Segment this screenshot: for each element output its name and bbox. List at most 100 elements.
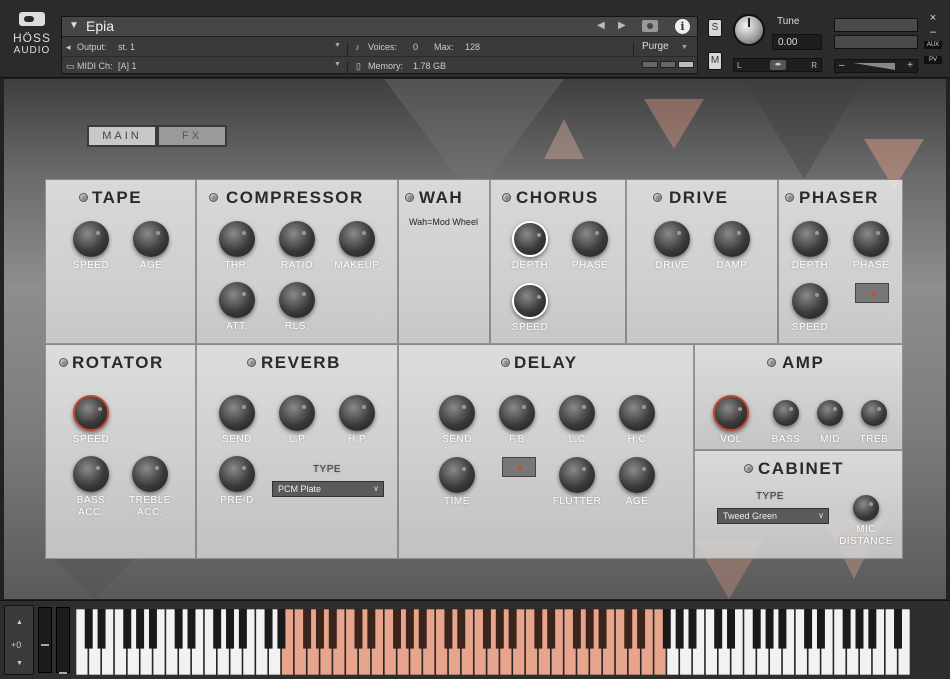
amp-treb-knob[interactable] — [861, 400, 887, 426]
pv-button[interactable]: PV — [924, 56, 942, 64]
black-key[interactable] — [778, 609, 786, 649]
next-instrument-icon[interactable]: ▶ — [618, 20, 626, 31]
black-key[interactable] — [509, 609, 517, 649]
reverb-hp-knob[interactable] — [339, 395, 375, 431]
collapse-arrow-icon[interactable]: ▼ — [69, 20, 79, 31]
black-key[interactable] — [868, 609, 876, 649]
drive-damp-knob[interactable] — [714, 221, 750, 257]
rotator-speed-knob[interactable] — [73, 395, 109, 431]
black-key[interactable] — [753, 609, 761, 649]
compressor-thr-knob[interactable] — [219, 221, 255, 257]
black-key[interactable] — [534, 609, 542, 649]
drive-enable-led[interactable] — [653, 193, 662, 202]
phaser-enable-led[interactable] — [785, 193, 794, 202]
delay-lc-knob[interactable] — [559, 395, 595, 431]
black-key[interactable] — [123, 609, 131, 649]
drive-drive-knob[interactable] — [654, 221, 690, 257]
tab-main[interactable]: MAIN — [87, 125, 157, 147]
octave-down-icon[interactable]: ▼ — [16, 660, 23, 667]
chorus-speed-knob[interactable] — [512, 283, 548, 319]
black-key[interactable] — [714, 609, 722, 649]
pitch-bend-wheel[interactable] — [38, 607, 52, 673]
tape-enable-led[interactable] — [79, 193, 88, 202]
midi-dropdown-icon[interactable]: ▼ — [334, 61, 341, 68]
octave-up-icon[interactable]: ▲ — [16, 619, 23, 626]
black-key[interactable] — [85, 609, 93, 649]
volume-slider[interactable]: – + — [834, 59, 918, 73]
instrument-name[interactable]: Epia — [86, 18, 114, 34]
black-key[interactable] — [367, 609, 375, 649]
black-key[interactable] — [547, 609, 555, 649]
purge-dropdown-icon[interactable]: ▼ — [681, 44, 688, 51]
pan-slider[interactable]: L ◂▸ R — [733, 58, 822, 72]
cabinet-mic-distance-knob[interactable] — [853, 495, 879, 521]
delay-flutter-knob[interactable] — [559, 457, 595, 493]
chorus-phase-knob[interactable] — [572, 221, 608, 257]
reverb-pre-d-knob[interactable] — [219, 456, 255, 492]
compressor-rls-knob[interactable] — [279, 282, 315, 318]
tune-value[interactable]: 0.00 — [772, 34, 822, 50]
amp-enable-led[interactable] — [767, 358, 776, 367]
black-key[interactable] — [136, 609, 144, 649]
black-key[interactable] — [663, 609, 671, 649]
midi-select[interactable]: [A] 1 — [118, 61, 137, 71]
delay-send-knob[interactable] — [439, 395, 475, 431]
phaser-depth-knob[interactable] — [792, 221, 828, 257]
black-key[interactable] — [894, 609, 902, 649]
black-key[interactable] — [766, 609, 774, 649]
black-key[interactable] — [265, 609, 273, 649]
black-key[interactable] — [624, 609, 632, 649]
purge-button[interactable]: Purge — [642, 41, 669, 52]
tape-speed-knob[interactable] — [73, 221, 109, 257]
wah-enable-led[interactable] — [405, 193, 414, 202]
black-key[interactable] — [303, 609, 311, 649]
black-key[interactable] — [599, 609, 607, 649]
cabinet-type-select[interactable]: Tweed Green ∨ — [717, 508, 829, 524]
black-key[interactable] — [316, 609, 324, 649]
prev-instrument-icon[interactable]: ◀ — [597, 20, 605, 31]
black-key[interactable] — [355, 609, 363, 649]
wrench-icon[interactable] — [19, 12, 45, 26]
black-key[interactable] — [573, 609, 581, 649]
solo-button[interactable]: S — [708, 19, 722, 37]
delay-hc-knob[interactable] — [619, 395, 655, 431]
black-key[interactable] — [277, 609, 285, 649]
camera-icon[interactable] — [642, 20, 658, 32]
pan-handle[interactable]: ◂▸ — [770, 60, 786, 70]
aux-button[interactable]: AUX — [924, 41, 942, 49]
black-key[interactable] — [444, 609, 452, 649]
cabinet-enable-led[interactable] — [744, 464, 753, 473]
compressor-ratio-knob[interactable] — [279, 221, 315, 257]
black-key[interactable] — [727, 609, 735, 649]
black-key[interactable] — [804, 609, 812, 649]
chorus-enable-led[interactable] — [502, 193, 511, 202]
output-dropdown-icon[interactable]: ▼ — [334, 42, 341, 49]
piano-keyboard[interactable] — [76, 609, 911, 675]
rotator-treble-acc-knob[interactable] — [132, 456, 168, 492]
mute-button[interactable]: M — [708, 52, 722, 70]
compressor-makeup-knob[interactable] — [339, 221, 375, 257]
black-key[interactable] — [98, 609, 106, 649]
black-key[interactable] — [213, 609, 221, 649]
tune-knob[interactable] — [733, 14, 765, 46]
black-key[interactable] — [175, 609, 183, 649]
amp-bass-knob[interactable] — [773, 400, 799, 426]
compressor-att-knob[interactable] — [219, 282, 255, 318]
output-select[interactable]: st. 1 — [118, 42, 135, 52]
black-key[interactable] — [149, 609, 157, 649]
phaser-phase-knob[interactable] — [853, 221, 889, 257]
volume-plus[interactable]: + — [907, 60, 913, 71]
black-key[interactable] — [856, 609, 864, 649]
black-key[interactable] — [843, 609, 851, 649]
black-key[interactable] — [188, 609, 196, 649]
black-key[interactable] — [419, 609, 427, 649]
black-key[interactable] — [483, 609, 491, 649]
black-key[interactable] — [239, 609, 247, 649]
mod-wheel[interactable] — [56, 607, 70, 673]
delay-fb-knob[interactable] — [499, 395, 535, 431]
amp-vol-knob[interactable] — [713, 395, 749, 431]
delay-age-knob[interactable] — [619, 457, 655, 493]
black-key[interactable] — [586, 609, 594, 649]
phaser-speed-knob[interactable] — [792, 283, 828, 319]
volume-minus[interactable]: – — [839, 60, 845, 71]
